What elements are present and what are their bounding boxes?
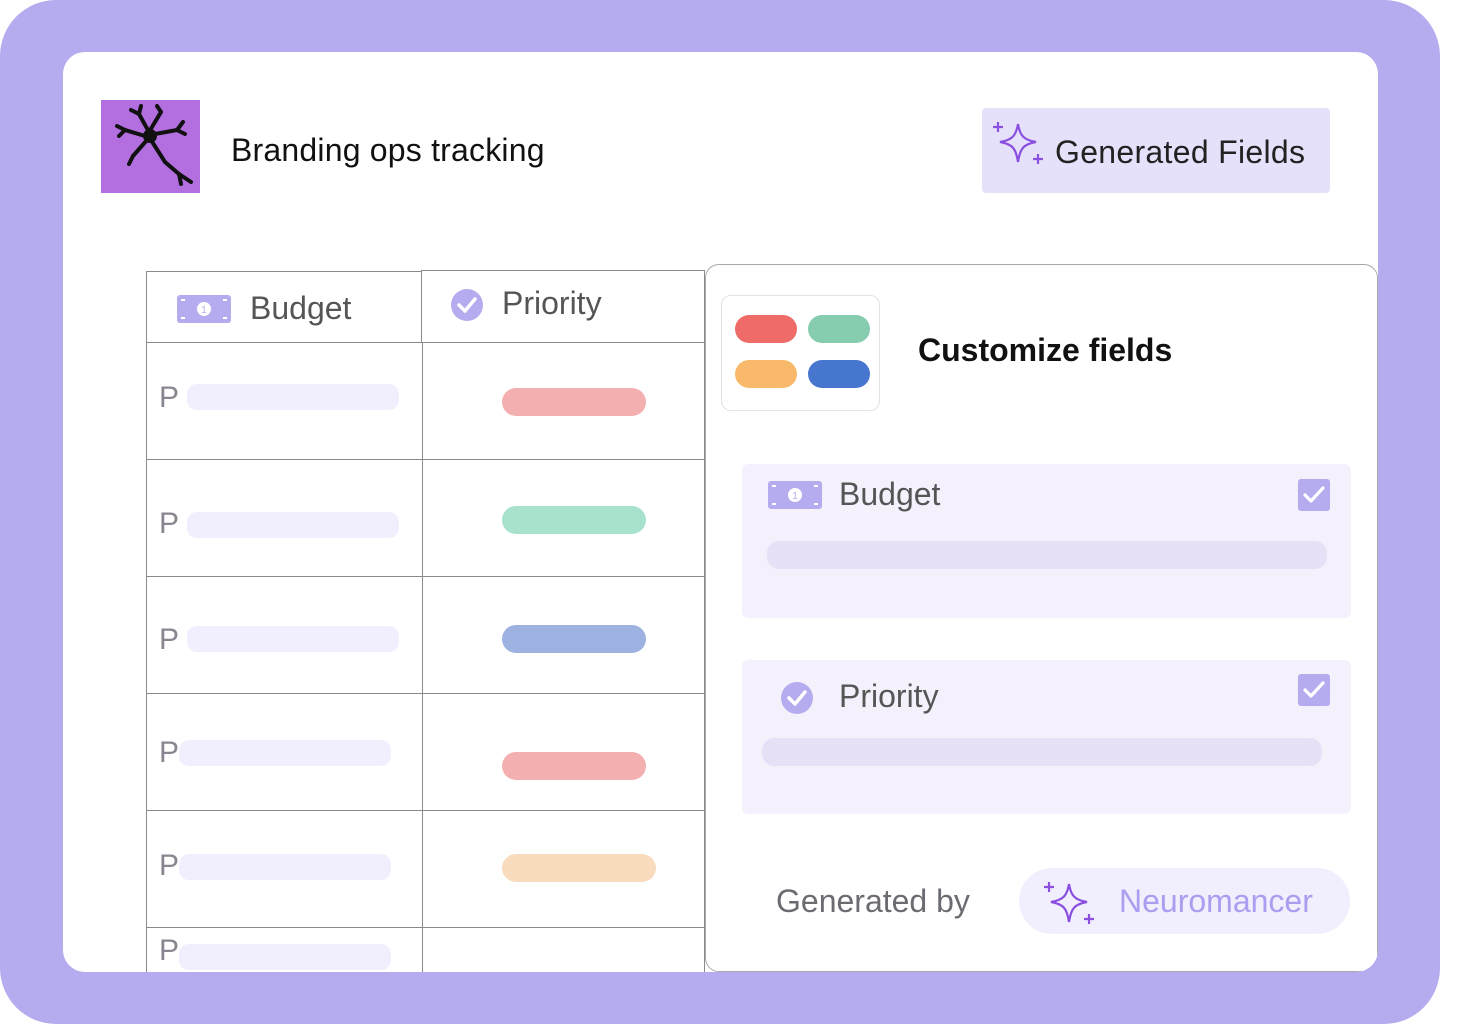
table-row[interactable]: P <box>146 343 423 460</box>
priority-pill <box>502 625 646 653</box>
money-bill-icon: 1 <box>177 295 231 328</box>
table-row[interactable]: P <box>146 460 423 577</box>
budget-cell-value: P <box>159 934 180 967</box>
budget-cell-value: P <box>159 507 180 540</box>
check-circle-icon <box>450 288 484 327</box>
table-row[interactable]: P <box>146 928 423 972</box>
priority-cell[interactable] <box>421 577 705 694</box>
customize-fields-panel: Customize fields 1 Budget Priority Gener… <box>705 264 1378 972</box>
check-circle-icon <box>780 681 814 720</box>
budget-placeholder-bar <box>187 626 399 652</box>
sparkle-icon <box>990 118 1046 173</box>
svg-text:1: 1 <box>792 491 798 502</box>
budget-cell-value: P <box>159 849 180 882</box>
money-bill-icon: 1 <box>768 481 822 514</box>
table-row[interactable]: P <box>146 694 423 811</box>
priority-cell[interactable] <box>421 343 705 460</box>
priority-cell[interactable] <box>421 928 705 972</box>
column-header-budget[interactable]: 1 Budget <box>146 271 423 343</box>
sparkle-icon <box>1041 878 1097 933</box>
budget-placeholder-bar <box>179 740 391 766</box>
table-row[interactable]: P <box>146 577 423 694</box>
field-card-budget[interactable]: 1 Budget <box>742 464 1351 618</box>
priority-cell[interactable] <box>421 811 705 928</box>
palette-swatch <box>735 315 797 343</box>
neuron-icon <box>101 100 200 193</box>
budget-placeholder-bar <box>187 384 399 410</box>
panel-title: Customize fields <box>918 332 1173 368</box>
palette-swatch <box>735 360 797 388</box>
table-row[interactable]: P <box>146 811 423 928</box>
budget-placeholder-bar <box>179 944 391 970</box>
column-header-priority-label: Priority <box>502 285 602 321</box>
neuromancer-chip[interactable]: Neuromancer <box>1019 868 1350 934</box>
generated-by-label: Generated by <box>776 883 970 919</box>
palette-swatch <box>808 315 870 343</box>
generated-fields-label: Generated Fields <box>1055 134 1306 170</box>
budget-placeholder-bar <box>179 854 391 880</box>
priority-pill <box>502 752 646 780</box>
budget-checkbox[interactable] <box>1298 479 1330 511</box>
generated-fields-button[interactable]: Generated Fields <box>982 108 1330 193</box>
budget-placeholder-bar <box>187 512 399 538</box>
field-label-budget: Budget <box>839 476 941 512</box>
budget-cell-value: P <box>159 623 180 656</box>
priority-pill <box>502 388 646 416</box>
svg-text:1: 1 <box>201 305 207 316</box>
priority-pill <box>502 854 656 882</box>
field-card-priority[interactable]: Priority <box>742 660 1351 814</box>
priority-checkbox[interactable] <box>1298 674 1330 706</box>
field-label-priority: Priority <box>839 678 939 714</box>
priority-cell[interactable] <box>421 460 705 577</box>
app-title: Branding ops tracking <box>231 132 545 168</box>
priority-pill <box>502 506 646 534</box>
generator-name: Neuromancer <box>1119 883 1313 919</box>
budget-cell-value: P <box>159 736 180 769</box>
main-card: Branding ops tracking Generated Fields 1… <box>63 52 1378 972</box>
color-palette-icon <box>721 295 880 411</box>
column-header-priority[interactable]: Priority <box>421 270 705 343</box>
budget-cell-value: P <box>159 381 180 414</box>
priority-cell[interactable] <box>421 694 705 811</box>
palette-swatch <box>808 360 870 388</box>
budget-field-placeholder <box>767 541 1327 569</box>
column-header-budget-label: Budget <box>250 290 352 326</box>
priority-field-placeholder <box>762 738 1322 766</box>
